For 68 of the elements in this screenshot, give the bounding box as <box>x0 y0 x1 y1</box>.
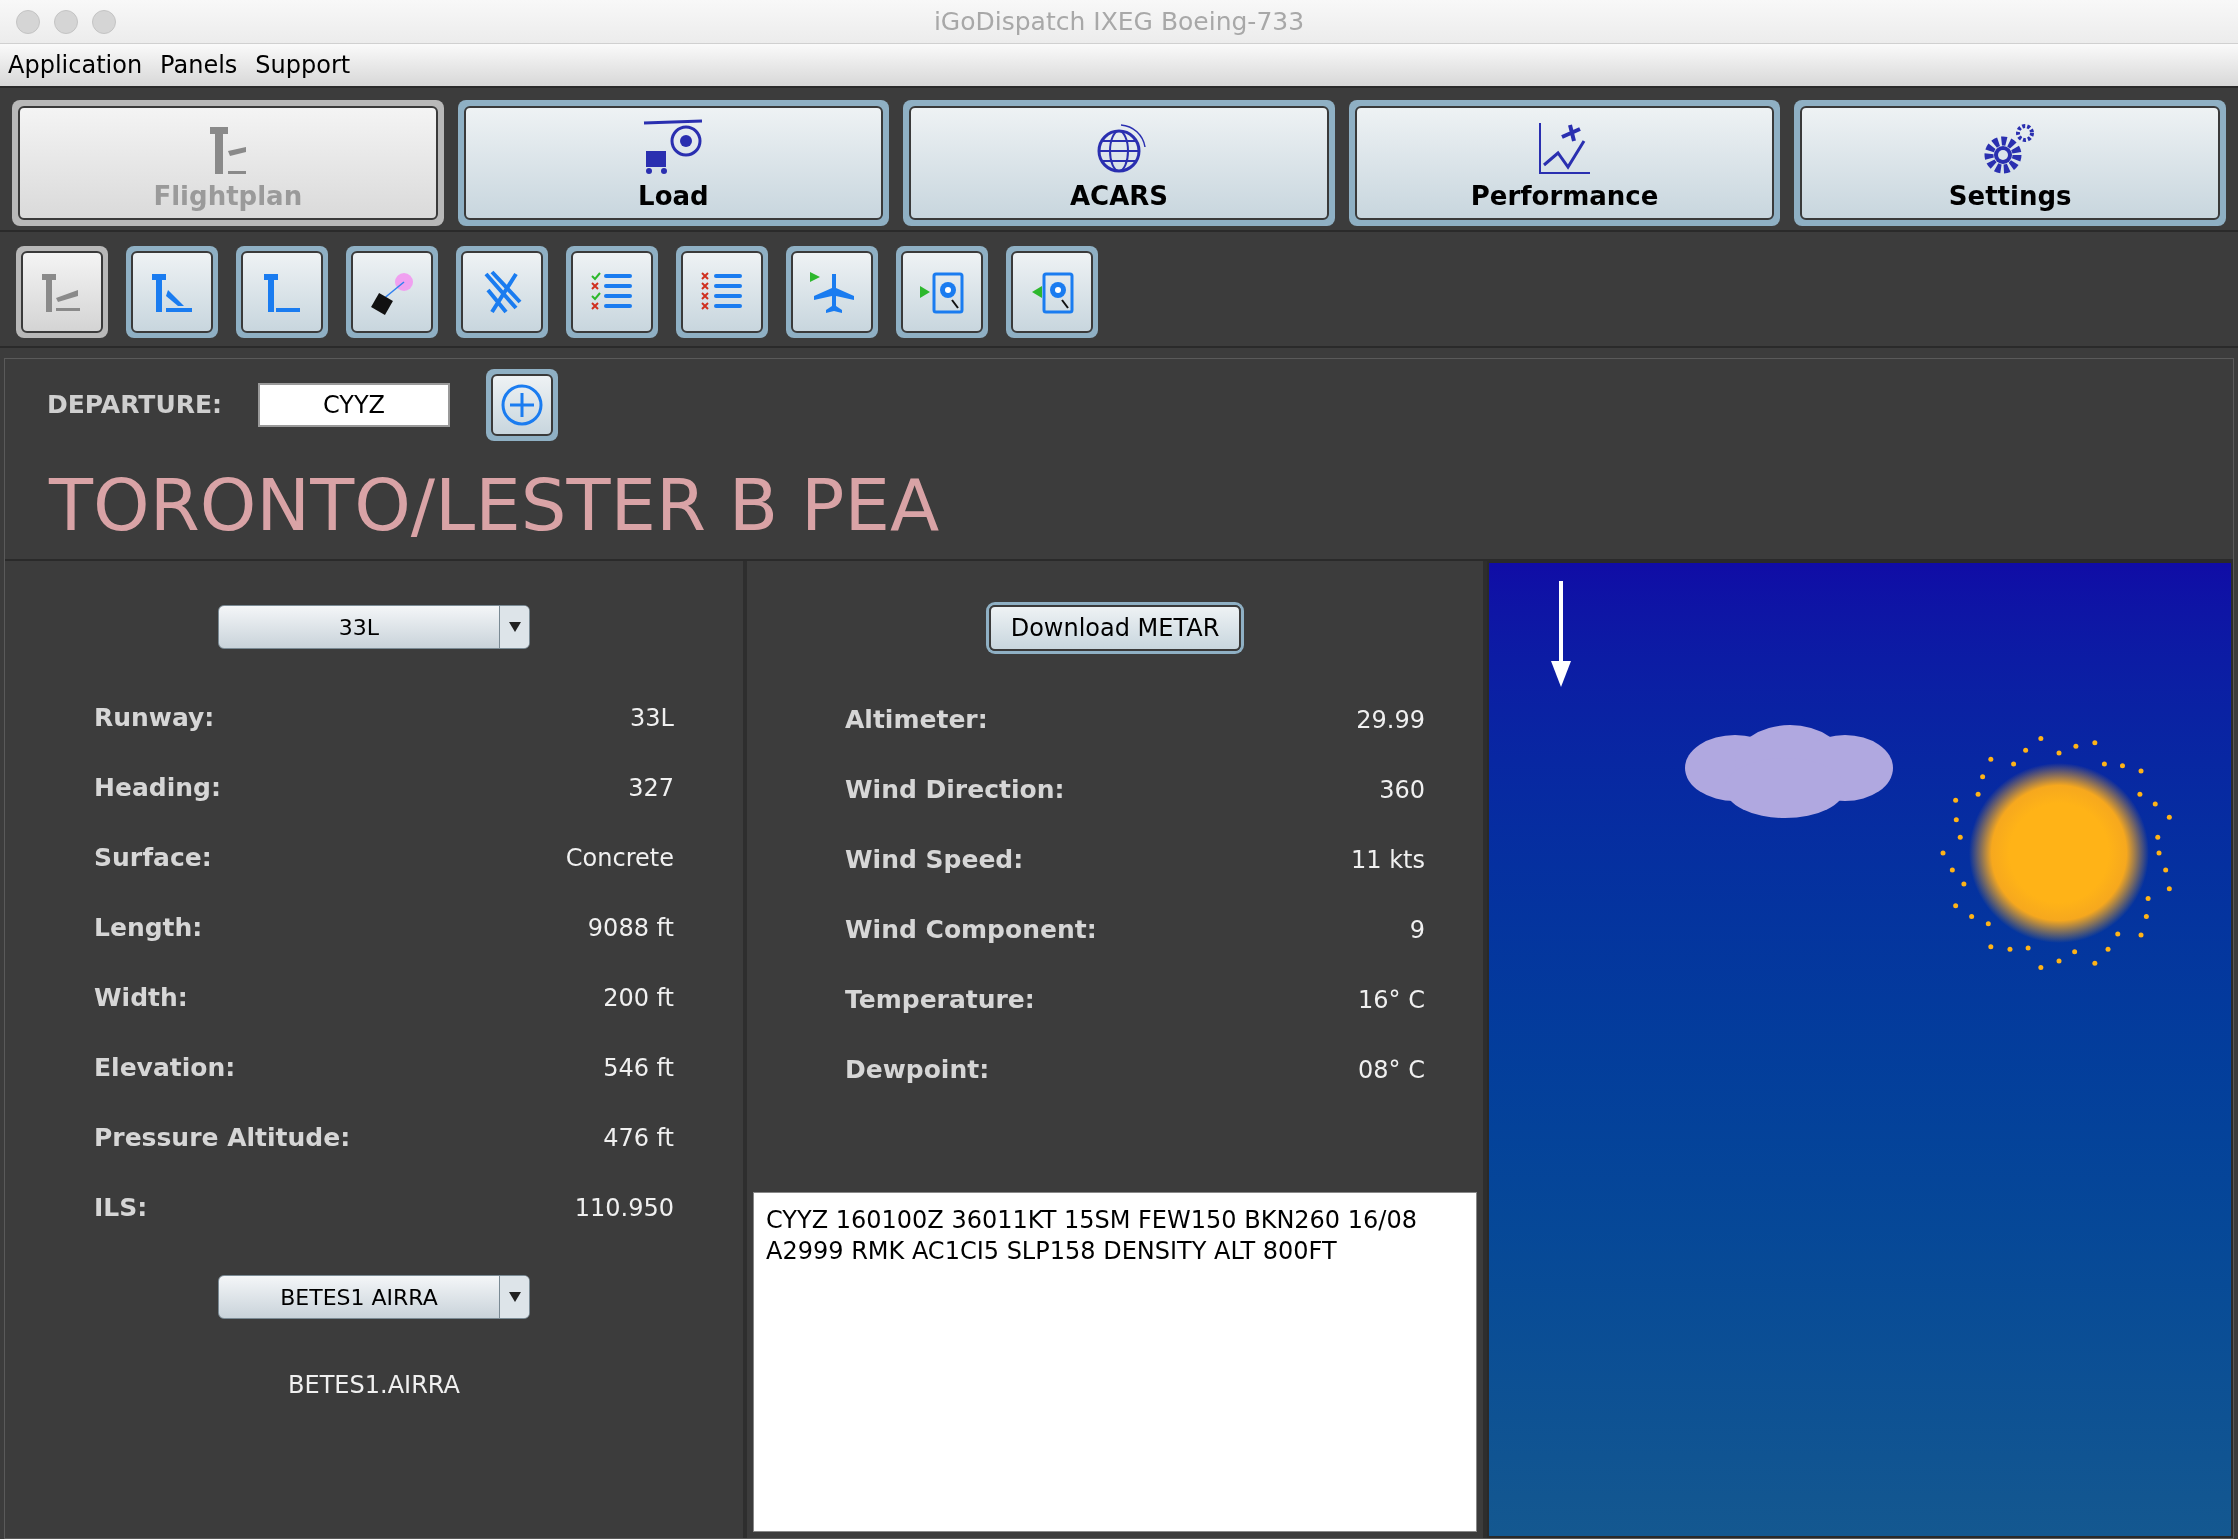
menu-item[interactable]: Support <box>255 47 351 83</box>
field-label: Altimeter: <box>845 704 988 737</box>
field-label: Surface: <box>94 842 212 875</box>
field-value: 360 <box>1379 775 1425 806</box>
field-label: Width: <box>94 982 188 1015</box>
toolbar-button[interactable] <box>786 246 878 338</box>
toolbar-button[interactable] <box>346 246 438 338</box>
add-button[interactable] <box>486 369 558 441</box>
toolbar-button[interactable] <box>236 246 328 338</box>
metar-text: CYYZ 160100Z 36011KT 15SM FEW150 BKN260 16/08 A2999 RMK AC1CI5 SLP158 DENSITY ALT 800FT <box>766 1205 1418 1267</box>
field-value: 16° C <box>1358 985 1425 1016</box>
runway-dropdown[interactable]: 33L <box>218 605 530 649</box>
field-label: Heading: <box>94 772 221 805</box>
menu-item[interactable]: Application <box>8 47 143 83</box>
window-title: iGoDispatch IXEG Boeing-733 <box>933 5 1305 38</box>
procedure-dropdown[interactable]: BETES1 AIRRA <box>218 1275 530 1319</box>
field-value: 200 ft <box>603 983 674 1014</box>
field-value: 29.99 <box>1356 705 1425 736</box>
toolbar-button[interactable] <box>126 246 218 338</box>
field-value: 9 <box>1409 915 1425 946</box>
menu-item[interactable]: Panels <box>160 47 238 83</box>
airport-name: TORONTO/LESTER B PEA <box>49 469 940 541</box>
tab-label: Settings <box>1948 180 2072 213</box>
field-label: Wind Component: <box>845 914 1097 947</box>
tab-label: Load <box>638 180 709 213</box>
field-value: 33L <box>630 703 674 734</box>
field-label: Elevation: <box>94 1052 236 1085</box>
procedure-name: BETES1.AIRRA <box>288 1370 460 1401</box>
toolbar-button[interactable] <box>566 246 658 338</box>
field-label: Dewpoint: <box>845 1054 990 1087</box>
field-label: Length: <box>94 912 203 945</box>
field-value: 9088 ft <box>587 913 674 944</box>
dropdown-arrow-button[interactable] <box>499 1276 529 1318</box>
tab[interactable]: Settings <box>1794 100 2226 226</box>
departure-label: DEPARTURE: <box>47 389 222 422</box>
toolbar-button[interactable] <box>456 246 548 338</box>
field-label: ILS: <box>94 1192 148 1225</box>
toolbar-button[interactable] <box>676 246 768 338</box>
caret-icon <box>508 1292 521 1302</box>
field-label: Wind Direction: <box>845 774 1065 807</box>
tab[interactable]: Load <box>457 100 890 226</box>
dropdown-value: 33L <box>337 613 381 642</box>
caret-icon <box>508 622 521 632</box>
toolbar-button[interactable] <box>1006 246 1098 338</box>
tab-label: Flightplan <box>153 180 303 213</box>
field-value: 327 <box>628 773 674 804</box>
dropdown-arrow-button[interactable] <box>499 606 529 648</box>
plus-circle-icon <box>500 383 544 427</box>
dropdown-value: BETES1 AIRRA <box>279 1283 439 1312</box>
field-value: 110.950 <box>574 1193 674 1224</box>
tab[interactable]: Performance <box>1348 100 1781 226</box>
field-value: 08° C <box>1358 1055 1425 1086</box>
tab[interactable]: ACARS <box>903 100 1335 226</box>
download-metar-button[interactable]: Download METAR <box>988 605 1242 651</box>
field-value: Concrete <box>565 843 674 874</box>
toolbar-button[interactable] <box>16 246 108 338</box>
field-label: Runway: <box>94 702 215 735</box>
tab-label: Performance <box>1470 180 1659 213</box>
field-label: Pressure Altitude: <box>94 1122 351 1155</box>
field-value: 11 kts <box>1351 845 1425 876</box>
field-label: Wind Speed: <box>845 844 1024 877</box>
toolbar-button[interactable] <box>896 246 988 338</box>
tab-label: ACARS <box>1069 180 1168 213</box>
wind-arrow-icon <box>1549 581 1573 687</box>
field-value: 546 ft <box>603 1053 674 1084</box>
departure-input-field[interactable]: CYYZ <box>258 383 450 427</box>
field-label: Temperature: <box>845 984 1035 1017</box>
field-value: 476 ft <box>603 1123 674 1154</box>
